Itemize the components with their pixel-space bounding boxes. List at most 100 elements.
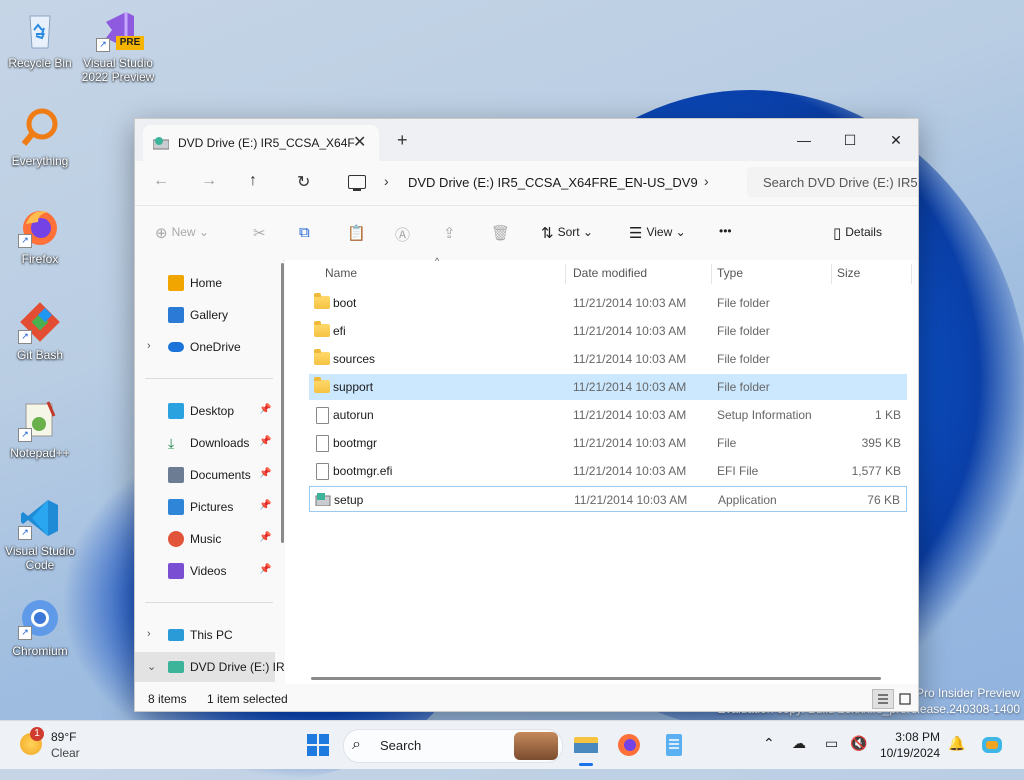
taskbar-file-explorer[interactable] <box>568 727 604 763</box>
nav-item-videos[interactable]: Videos 📌 <box>135 556 275 586</box>
clock[interactable]: 3:08 PM 10/19/2024 <box>876 729 940 761</box>
onedrive-cloud-icon <box>168 342 184 352</box>
file-name: support <box>333 380 374 394</box>
file-row-bootmgr-efi[interactable]: bootmgr.efi 11/21/2014 10:03 AM EFI File… <box>309 458 907 484</box>
back-arrow-icon[interactable]: ← <box>153 172 169 190</box>
nav-item-this-pc[interactable]: › This PC <box>135 620 275 650</box>
desktop-icon-everything[interactable]: Everything <box>2 106 78 168</box>
column-separator[interactable] <box>831 264 832 284</box>
pin-icon[interactable]: 📌 <box>259 532 271 543</box>
tiles-view-icon[interactable] <box>894 689 916 709</box>
share-icon[interactable]: ⇪ <box>443 224 460 242</box>
file-row-bootmgr[interactable]: bootmgr 11/21/2014 10:03 AM File 395 KB <box>309 430 907 456</box>
taskbar-search[interactable]: ⌕ Search <box>343 729 563 763</box>
delete-icon[interactable]: 🗑 <box>491 224 514 242</box>
nav-item-music[interactable]: Music 📌 <box>135 524 275 554</box>
forward-arrow-icon[interactable]: → <box>201 172 217 190</box>
desktop-icon-chromium[interactable]: ↗ Chromium <box>2 596 78 658</box>
details-pane-button[interactable]: ▯ Details <box>833 224 882 242</box>
nav-item-downloads[interactable]: ⤓ Downloads 📌 <box>135 428 275 458</box>
desktop-icon-recycle-bin[interactable]: Recycle Bin <box>2 8 78 70</box>
cut-icon[interactable]: ✂ <box>253 224 270 242</box>
nav-item-pictures[interactable]: Pictures 📌 <box>135 492 275 522</box>
column-separator[interactable] <box>911 264 912 284</box>
chevron-right-icon[interactable]: › <box>147 628 151 640</box>
chevron-right-icon[interactable]: › <box>704 173 709 189</box>
file-date: 11/21/2014 10:03 AM <box>573 408 687 422</box>
column-separator[interactable] <box>565 264 566 284</box>
refresh-icon[interactable]: ↻ <box>297 172 310 192</box>
up-arrow-icon[interactable]: ↑ <box>249 172 257 190</box>
navigation-pane: Home Gallery › OneDrive Desktop 📌 ⤓ Down… <box>135 260 285 684</box>
file-row-efi[interactable]: efi 11/21/2014 10:03 AM File folder <box>309 318 907 344</box>
address-bar[interactable]: › DVD Drive (E:) IR5_CCSA_X64FRE_EN-US_D… <box>340 167 740 197</box>
nav-scrollbar[interactable] <box>281 263 284 543</box>
desktop-icon-visual-studio-2022-preview[interactable]: PRE ↗ Visual Studio 2022 Preview <box>80 8 156 84</box>
tab-dvd-drive[interactable]: DVD Drive (E:) IR5_CCSA_X64F ✕ <box>143 125 379 161</box>
setup-app-icon <box>315 493 331 506</box>
desktop-icon-firefox[interactable]: ↗ Firefox <box>2 204 78 266</box>
nav-item-documents[interactable]: Documents 📌 <box>135 460 275 490</box>
taskbar-firefox[interactable] <box>611 727 647 763</box>
horizontal-scrollbar[interactable] <box>311 677 881 680</box>
minimize-button[interactable]: — <box>781 125 827 155</box>
nav-item-onedrive[interactable]: › OneDrive <box>135 332 275 362</box>
breadcrumb-path[interactable]: DVD Drive (E:) IR5_CCSA_X64FRE_EN-US_DV9 <box>408 175 698 190</box>
search-icon: ⌕ <box>352 736 361 753</box>
vscode-icon: ↗ <box>18 496 62 540</box>
pin-icon[interactable]: 📌 <box>259 468 271 479</box>
search-box[interactable]: Search DVD Drive (E:) IR5 <box>747 167 918 197</box>
shortcut-arrow-icon: ↗ <box>18 428 32 442</box>
network-disconnected-icon[interactable]: ☁ <box>792 735 806 752</box>
sort-button[interactable]: ⇅ Sort ⌄ <box>541 224 593 242</box>
column-header-date[interactable]: Date modified <box>573 266 647 280</box>
column-header-size[interactable]: Size <box>837 266 860 280</box>
desktop-icon-vscode[interactable]: ↗ Visual Studio Code <box>2 496 78 572</box>
pin-icon[interactable]: 📌 <box>259 500 271 511</box>
file-row-boot[interactable]: boot 11/21/2014 10:03 AM File folder <box>309 290 907 316</box>
desktop-icon-label: Recycle Bin <box>8 56 72 70</box>
notification-bell-icon[interactable]: 🔔 <box>948 735 965 752</box>
column-header-name[interactable]: Name <box>325 266 357 280</box>
chevron-right-icon[interactable]: › <box>147 340 151 352</box>
new-tab-button[interactable]: + <box>397 130 408 151</box>
weather-widget[interactable]: 1 89°F Clear <box>14 727 114 763</box>
taskbar-notepad[interactable] <box>656 727 692 763</box>
pin-icon[interactable]: 📌 <box>259 564 271 575</box>
nav-item-home[interactable]: Home <box>135 268 275 298</box>
file-row-support[interactable]: support 11/21/2014 10:03 AM File folder <box>309 374 907 400</box>
visual-studio-icon: PRE ↗ <box>96 8 144 52</box>
chevron-right-icon[interactable]: › <box>384 173 389 189</box>
tab-close-button[interactable]: ✕ <box>353 132 366 152</box>
show-hidden-icons-chevron-icon[interactable]: ⌃ <box>763 735 775 752</box>
pin-icon[interactable]: 📌 <box>259 436 271 447</box>
copilot-button[interactable] <box>976 727 1008 763</box>
nav-item-dvd-drive[interactable]: ⌄ DVD Drive (E:) IR <box>135 652 285 682</box>
rename-icon[interactable]: Ⓐ <box>395 224 414 245</box>
view-button[interactable]: ☰ View ⌄ <box>629 224 686 242</box>
start-button[interactable] <box>300 727 336 763</box>
desktop-icon-notepad-plus-plus[interactable]: ↗ Notepad++ <box>2 398 78 460</box>
desktop-icon-git-bash[interactable]: ↗ Git Bash <box>2 300 78 362</box>
paste-icon[interactable]: 📋 <box>347 224 370 242</box>
pin-icon[interactable]: 📌 <box>259 404 271 415</box>
firefox-icon: ↗ <box>18 204 62 248</box>
file-row-sources[interactable]: sources 11/21/2014 10:03 AM File folder <box>309 346 907 372</box>
nav-item-gallery[interactable]: Gallery <box>135 300 275 330</box>
details-view-icon[interactable] <box>872 689 894 709</box>
new-button[interactable]: ⊕ New ⌄ <box>155 224 209 242</box>
column-separator[interactable] <box>711 264 712 284</box>
file-row-setup[interactable]: setup 11/21/2014 10:03 AM Application 76… <box>309 486 907 512</box>
display-icon[interactable]: ▭ <box>825 735 838 752</box>
volume-muted-icon[interactable]: 🔇 <box>850 735 867 752</box>
file-type: File folder <box>717 380 770 394</box>
nav-item-desktop[interactable]: Desktop 📌 <box>135 396 275 426</box>
file-row-autorun[interactable]: autorun 11/21/2014 10:03 AM Setup Inform… <box>309 402 907 428</box>
column-header-type[interactable]: Type <box>717 266 743 280</box>
copy-icon[interactable]: ⧉ <box>299 224 314 241</box>
chevron-down-icon[interactable]: ⌄ <box>147 660 156 673</box>
close-button[interactable]: ✕ <box>873 125 919 155</box>
more-options-button[interactable]: ••• <box>719 224 732 238</box>
file-name: autorun <box>333 408 374 422</box>
maximize-button[interactable]: ☐ <box>827 125 873 155</box>
